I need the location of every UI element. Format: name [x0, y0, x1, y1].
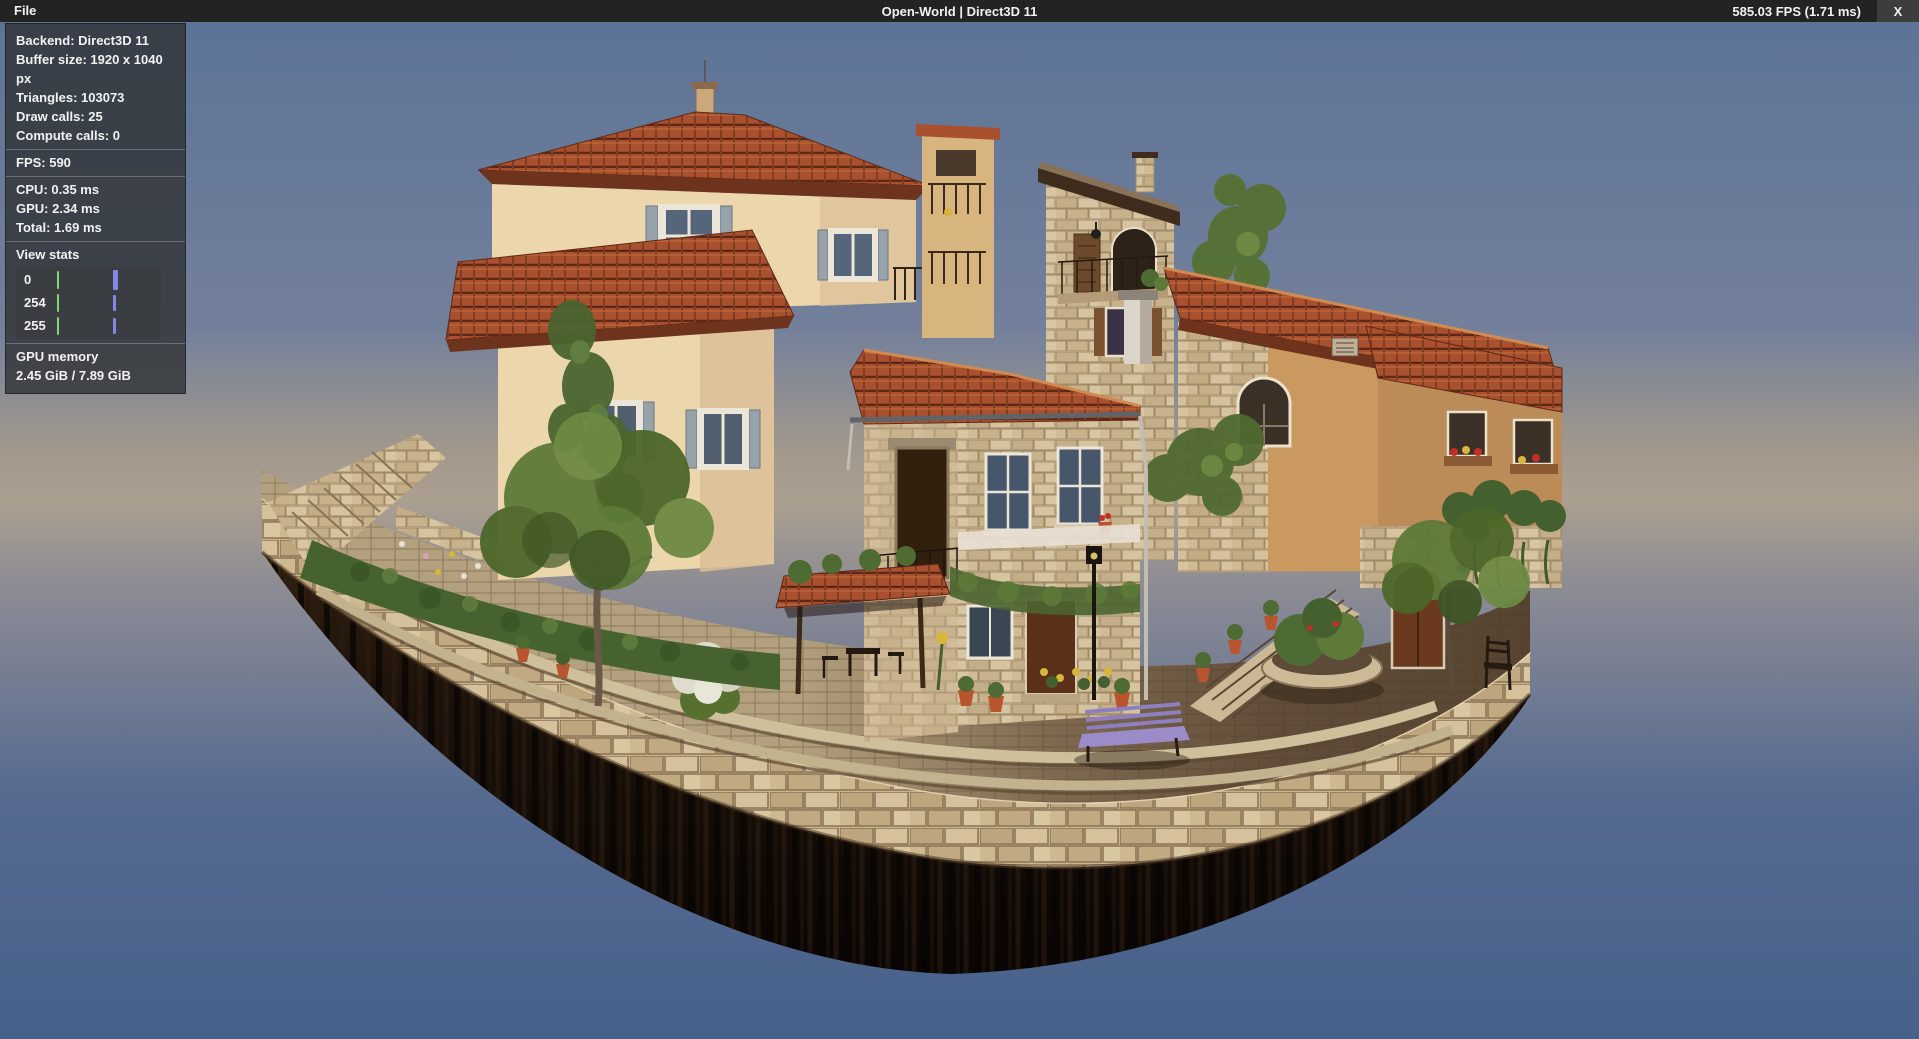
view-stats-green-bar	[57, 317, 59, 335]
stat-gpu: GPU: 2.34 ms	[16, 199, 175, 218]
file-menu[interactable]: File	[0, 0, 50, 22]
view-stats-row-label: 255	[16, 318, 46, 333]
separator	[6, 149, 185, 150]
fps-counter: 585.03 FPS (1.71 ms)	[1732, 4, 1877, 19]
view-stats-green-bar	[57, 294, 59, 312]
stats-panel: Backend: Direct3D 11 Buffer size: 1920 x…	[5, 23, 186, 394]
view-stats-row-label: 0	[16, 272, 31, 287]
stat-compute-calls: Compute calls: 0	[16, 126, 175, 145]
stat-triangles: Triangles: 103073	[16, 88, 175, 107]
stat-total: Total: 1.69 ms	[16, 218, 175, 237]
view-stats-purple-bar	[113, 318, 116, 334]
view-stats-row: 0	[16, 269, 161, 291]
view-stats-row-label: 254	[16, 295, 46, 310]
separator	[6, 176, 185, 177]
titlebar: File Open-World | Direct3D 11 585.03 FPS…	[0, 0, 1919, 22]
gpu-memory-value: 2.45 GiB / 7.89 GiB	[16, 366, 175, 385]
view-stats-row: 255	[16, 315, 161, 337]
view-stats-green-bar	[57, 271, 59, 289]
view-stats-purple-bar	[113, 295, 116, 311]
close-button[interactable]: X	[1877, 0, 1919, 22]
stat-draw-calls: Draw calls: 25	[16, 107, 175, 126]
viewport-3d[interactable]	[0, 22, 1919, 1039]
separator	[6, 343, 185, 344]
view-stats-box: 0 254 255	[16, 267, 161, 339]
view-stats-label: View stats	[16, 245, 175, 264]
stat-fps: FPS: 590	[16, 153, 175, 172]
building-narrow-tan	[916, 124, 1000, 338]
gpu-memory-label: GPU memory	[16, 347, 175, 366]
scene-render	[0, 22, 1919, 1039]
stat-buffer-size: Buffer size: 1920 x 1040 px	[16, 50, 175, 88]
stat-cpu: CPU: 0.35 ms	[16, 180, 175, 199]
stat-backend: Backend: Direct3D 11	[16, 31, 175, 50]
window-title: Open-World | Direct3D 11	[0, 4, 1919, 19]
separator	[6, 241, 185, 242]
view-stats-row: 254	[16, 292, 161, 314]
view-stats-purple-bar	[113, 270, 118, 290]
